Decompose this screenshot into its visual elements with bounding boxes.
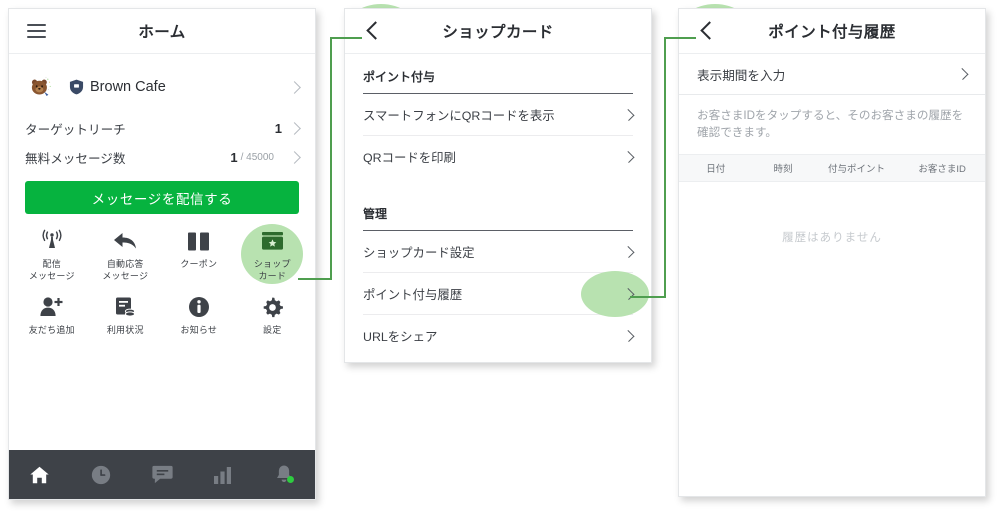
column-header-points: 付与ポイント: [827, 164, 885, 175]
chevron-right-icon: [622, 329, 635, 342]
hamburger-icon: [26, 24, 46, 38]
shop-card-icon: [260, 228, 285, 254]
column-header-date: 日付: [706, 164, 726, 175]
stat-row-free-messages[interactable]: 無料メッセージ数 1 / 45000: [9, 143, 315, 172]
chevron-right-icon: [288, 122, 301, 135]
connector-shopcard-vertical: [330, 37, 332, 279]
broadcast-antenna-icon: [40, 228, 64, 254]
history-header: ポイント付与履歴: [679, 9, 985, 54]
home-header: ホーム: [9, 9, 315, 54]
stat-value: 1: [230, 150, 238, 165]
add-friend-icon: [39, 294, 65, 320]
grid-item-coupon[interactable]: クーポン: [162, 228, 236, 286]
gear-icon: [261, 294, 284, 320]
clock-icon: [91, 465, 110, 484]
column-header-time: 時刻: [773, 164, 793, 175]
grid-item-label: ショップ カード: [253, 259, 291, 281]
history-note: お客さまIDをタップすると、そのお客さまの履歴を確認できます。: [697, 109, 964, 139]
row-label: 表示期間を入力: [697, 68, 786, 83]
grid-item-label: 友だち追加: [28, 325, 75, 335]
back-button[interactable]: [679, 9, 733, 53]
column-header-customer: お客さまID: [918, 164, 966, 175]
bar-chart-icon: [214, 466, 232, 484]
tab-home[interactable]: [9, 464, 70, 486]
broadcast-message-button[interactable]: メッセージを配信する: [25, 181, 299, 214]
stat-label: 無料メッセージ数: [25, 152, 126, 166]
profile-row[interactable]: Brown Cafe: [9, 64, 315, 108]
reply-arrow-icon: [113, 228, 138, 254]
stat-row-target-reach[interactable]: ターゲットリーチ 1: [9, 114, 315, 143]
history-empty-message: 履歴はありません: [782, 232, 882, 244]
tab-stats[interactable]: [193, 465, 254, 485]
row-share-url[interactable]: URLをシェア: [345, 315, 651, 356]
usage-report-icon: [114, 294, 136, 320]
stat-label: ターゲットリーチ: [25, 123, 126, 137]
avatar-image: [31, 76, 51, 96]
brown-bear-avatar: [25, 70, 59, 104]
grid-item-auto-reply[interactable]: 自動応答 メッセージ: [89, 228, 163, 286]
row-shopcard-settings[interactable]: ショップカード設定: [345, 231, 651, 272]
info-circle-icon: [188, 294, 210, 320]
row-label: ポイント付与履歴: [363, 287, 463, 302]
grid-item-settings[interactable]: 設定: [236, 294, 310, 352]
stat-value: 1: [274, 121, 282, 136]
tab-history[interactable]: [70, 464, 131, 486]
section-title-point-grant: ポイント付与: [363, 70, 436, 84]
chat-bubble-icon: [151, 465, 173, 484]
profile-name: Brown Cafe: [90, 79, 166, 95]
grid-item-label: 利用状況: [106, 325, 144, 335]
section-title-management: 管理: [363, 207, 388, 221]
grid-item-notice[interactable]: お知らせ: [162, 294, 236, 352]
tab-notifications[interactable]: [254, 463, 315, 486]
chevron-right-icon: [956, 67, 969, 81]
grid-item-add-friend[interactable]: 友だち追加: [15, 294, 89, 352]
feature-grid: 配信 メッセージ 自動応答 メッセージ クーポン ショップ カード 友だち追加 …: [9, 214, 315, 352]
row-enter-display-period[interactable]: 表示期間を入力: [679, 54, 985, 95]
back-chevron-icon: [700, 20, 713, 42]
grid-item-broadcast-message[interactable]: 配信 メッセージ: [15, 228, 89, 286]
chevron-right-icon: [622, 245, 635, 258]
grid-item-label: 自動応答 メッセージ: [102, 259, 149, 281]
connector-shopcard-horizontal-1: [298, 278, 332, 280]
grid-item-usage[interactable]: 利用状況: [89, 294, 163, 352]
menu-button[interactable]: [9, 9, 63, 53]
row-print-qr[interactable]: QRコードを印刷: [345, 136, 651, 177]
tab-chat[interactable]: [131, 464, 192, 485]
grid-item-label: 配信 メッセージ: [28, 259, 75, 281]
back-chevron-icon: [366, 20, 379, 42]
phone-screen-history: ポイント付与履歴 表示期間を入力 お客さまIDをタップすると、そのお客さまの履歴…: [678, 8, 986, 497]
chevron-right-icon: [288, 151, 301, 164]
connector-history-horizontal-1: [630, 296, 666, 298]
history-table-header: 日付 時刻 付与ポイント お客さまID: [679, 154, 985, 182]
home-icon: [30, 466, 49, 483]
stat-sub-value: / 45000: [240, 152, 274, 163]
coupon-ticket-icon: [187, 228, 210, 254]
chevron-right-icon: [288, 80, 301, 94]
connector-history-vertical: [664, 37, 666, 297]
connector-shopcard-horizontal-2: [330, 37, 362, 39]
connector-history-horizontal-2: [664, 37, 696, 39]
grid-item-label: お知らせ: [180, 325, 218, 335]
shield-badge-icon: [69, 79, 84, 95]
bottom-tab-bar: [9, 450, 315, 499]
row-label: URLをシェア: [363, 329, 438, 344]
row-point-grant-history[interactable]: ポイント付与履歴: [345, 270, 651, 317]
grid-item-label: クーポン: [180, 259, 218, 269]
notification-badge-dot: [287, 476, 295, 483]
phone-screen-shopcard: ショップカード ポイント付与 スマートフォンにQRコードを表示 QRコードを印刷…: [344, 8, 652, 363]
shopcard-header: ショップカード: [345, 9, 651, 54]
row-label: スマートフォンにQRコードを表示: [363, 108, 555, 123]
grid-item-label: 設定: [263, 325, 282, 335]
phone-screen-home: ホーム Brown Cafe ターゲットリーチ 1 無料メッセージ数 1 / 4…: [8, 8, 316, 500]
row-label: QRコードを印刷: [363, 150, 456, 165]
chevron-right-icon: [622, 108, 635, 121]
back-button[interactable]: [345, 9, 399, 53]
row-label: ショップカード設定: [363, 245, 475, 260]
row-show-qr-on-smartphone[interactable]: スマートフォンにQRコードを表示: [345, 94, 651, 135]
chevron-right-icon: [622, 150, 635, 163]
